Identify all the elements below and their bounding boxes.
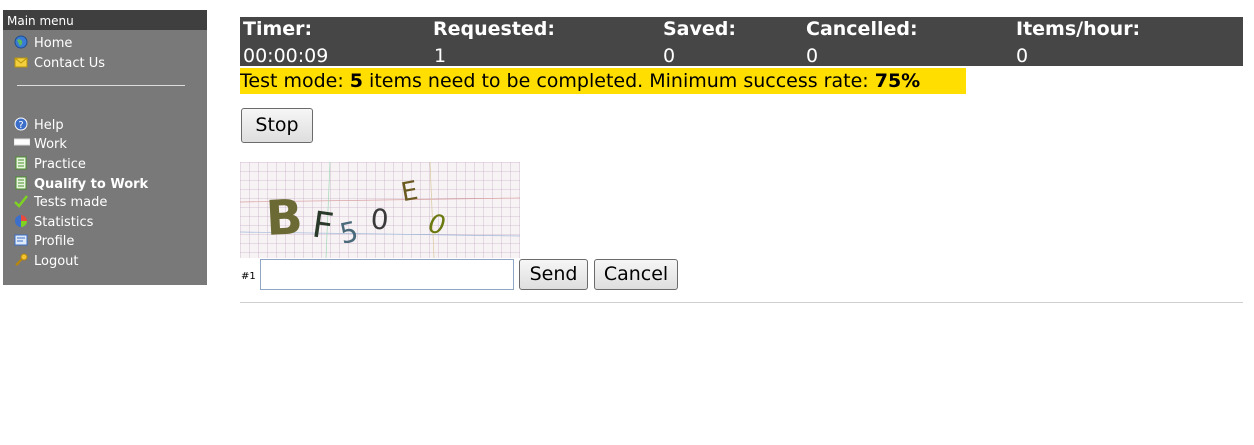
send-button[interactable]: Send <box>519 259 588 290</box>
main-menu-sidebar: Main menu Home Contact Us ? Help Work Pr… <box>3 10 207 285</box>
document-icon <box>14 156 28 170</box>
menu-item-practice[interactable]: Practice <box>14 156 86 174</box>
saved-label: Saved: <box>663 18 736 40</box>
menu-item-logout[interactable]: Logout <box>14 253 79 271</box>
menu-divider <box>17 85 185 86</box>
timer-label: Timer: <box>243 18 313 40</box>
stats-bar: Timer: 00:00:09 Requested: 1 Saved: 0 Ca… <box>240 17 1243 67</box>
svg-text:?: ? <box>18 120 23 131</box>
menu-item-home[interactable]: Home <box>14 35 72 53</box>
menu-label-profile: Profile <box>34 234 75 249</box>
requested-value: 1 <box>434 45 447 67</box>
cancelled-label: Cancelled: <box>806 18 918 40</box>
items-per-hour-label: Items/hour: <box>1016 18 1141 40</box>
stop-button[interactable]: Stop <box>241 108 313 143</box>
menu-item-profile[interactable]: Profile <box>14 233 74 251</box>
menu-label-qualify-to-work: Qualify to Work <box>34 177 149 192</box>
menu-label-contact-us: Contact Us <box>34 56 105 71</box>
document-icon <box>14 176 28 190</box>
menu-item-tests-made[interactable]: Tests made <box>14 194 107 212</box>
timer-value: 00:00:09 <box>243 45 329 67</box>
profile-icon <box>14 233 28 247</box>
key-icon <box>14 253 28 267</box>
menu-item-help[interactable]: ? Help <box>14 117 64 135</box>
banner-text-1: Test mode: <box>240 70 350 92</box>
work-icon <box>13 136 31 150</box>
menu-item-qualify-to-work[interactable]: Qualify to Work <box>14 176 148 194</box>
main-menu-title: Main menu <box>3 10 207 30</box>
globe-icon <box>14 35 28 49</box>
captcha-char-4: 0 <box>370 202 390 236</box>
menu-item-contact-us[interactable]: Contact Us <box>14 55 105 73</box>
items-per-hour-value: 0 <box>1016 45 1029 67</box>
requested-label: Requested: <box>433 18 556 40</box>
help-icon: ? <box>14 117 28 131</box>
menu-item-statistics[interactable]: Statistics <box>14 214 93 232</box>
banner-success-rate: 75% <box>874 70 921 92</box>
menu-label-practice: Practice <box>34 157 86 172</box>
cancel-button[interactable]: Cancel <box>594 259 678 290</box>
menu-label-tests-made: Tests made <box>34 195 108 210</box>
menu-label-help: Help <box>34 118 64 133</box>
menu-label-logout: Logout <box>34 254 79 269</box>
banner-items-count: 5 <box>349 70 364 92</box>
banner-text-2: items need to be completed. Minimum succ… <box>363 70 875 92</box>
item-number: #1 <box>241 271 256 282</box>
menu-label-work: Work <box>34 137 67 152</box>
test-mode-banner: Test mode: 5 items need to be completed.… <box>240 68 966 94</box>
menu-label-home: Home <box>34 36 73 51</box>
cancelled-value: 0 <box>806 45 819 67</box>
menu-item-work[interactable]: Work <box>13 136 67 154</box>
captcha-answer-input[interactable] <box>260 259 514 290</box>
captcha-image: B F 5 0 E 0 <box>239 161 521 259</box>
separator-line <box>240 302 1243 303</box>
saved-value: 0 <box>663 45 676 67</box>
pie-chart-icon <box>14 214 28 228</box>
checkmark-icon <box>14 194 28 208</box>
menu-label-statistics: Statistics <box>34 215 94 230</box>
envelope-icon <box>14 55 28 69</box>
captcha-char-1: B <box>265 189 304 247</box>
